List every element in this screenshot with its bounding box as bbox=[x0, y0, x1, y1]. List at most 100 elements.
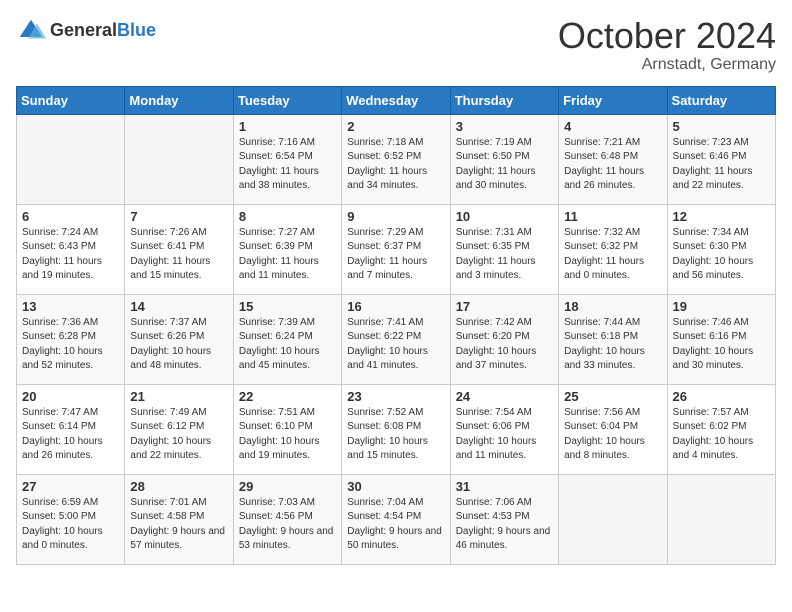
calendar-cell: 9 Sunrise: 7:29 AM Sunset: 6:37 PM Daylig… bbox=[342, 204, 450, 294]
location-title: Arnstadt, Germany bbox=[558, 56, 776, 74]
calendar-cell: 19 Sunrise: 7:46 AM Sunset: 6:16 PM Dayli… bbox=[667, 294, 775, 384]
cell-date-number: 11 bbox=[564, 209, 661, 224]
cell-date-number: 26 bbox=[673, 389, 770, 404]
calendar-cell: 14 Sunrise: 7:37 AM Sunset: 6:26 PM Dayli… bbox=[125, 294, 233, 384]
cell-daylight-info: Sunrise: 7:18 AM Sunset: 6:52 PM Dayligh… bbox=[347, 136, 444, 194]
calendar-cell: 16Sunrise: 7:41 AM Sunset: 6:22 PM Dayli… bbox=[342, 294, 450, 384]
cell-daylight-info: Sunrise: 7:21 AM Sunset: 6:48 PM Dayligh… bbox=[564, 136, 661, 194]
calendar-cell: 22Sunrise: 7:51 AM Sunset: 6:10 PM Dayli… bbox=[233, 384, 341, 474]
cell-date-number: 8 bbox=[239, 209, 336, 224]
cell-daylight-info: Sunrise: 7:51 AM Sunset: 6:10 PM Dayligh… bbox=[239, 406, 336, 464]
cell-daylight-info: Sunrise: 7:54 AM Sunset: 6:06 PM Dayligh… bbox=[456, 406, 553, 464]
cell-date-number: 17 bbox=[456, 299, 553, 314]
cell-daylight-info: Sunrise: 7:29 AM Sunset: 6:37 PM Dayligh… bbox=[347, 226, 444, 284]
day-header-wednesday: Wednesday bbox=[342, 86, 450, 114]
cell-daylight-info: Sunrise: 7:03 AM Sunset: 4:56 PM Dayligh… bbox=[239, 496, 336, 554]
calendar-cell bbox=[17, 114, 125, 204]
calendar-cell: 23Sunrise: 7:52 AM Sunset: 6:08 PM Dayli… bbox=[342, 384, 450, 474]
cell-daylight-info: Sunrise: 7:47 AM Sunset: 6:14 PM Dayligh… bbox=[22, 406, 119, 464]
cell-date-number: 12 bbox=[673, 209, 770, 224]
cell-daylight-info: Sunrise: 7:42 AM Sunset: 6:20 PM Dayligh… bbox=[456, 316, 553, 374]
calendar-week-row: 20 Sunrise: 7:47 AM Sunset: 6:14 PM Dayli… bbox=[17, 384, 776, 474]
cell-date-number: 1 bbox=[239, 119, 336, 134]
cell-date-number: 16 bbox=[347, 299, 444, 314]
calendar-cell: 25Sunrise: 7:56 AM Sunset: 6:04 PM Dayli… bbox=[559, 384, 667, 474]
calendar-week-row: 1 Sunrise: 7:16 AM Sunset: 6:54 PM Daylig… bbox=[17, 114, 776, 204]
calendar-cell: 29 Sunrise: 7:03 AM Sunset: 4:56 PM Dayli… bbox=[233, 474, 341, 564]
cell-daylight-info: Sunrise: 7:04 AM Sunset: 4:54 PM Dayligh… bbox=[347, 496, 444, 554]
calendar-cell: 10 Sunrise: 7:31 AM Sunset: 6:35 PM Dayli… bbox=[450, 204, 558, 294]
calendar-cell: 6 Sunrise: 7:24 AM Sunset: 6:43 PM Daylig… bbox=[17, 204, 125, 294]
cell-daylight-info: Sunrise: 7:16 AM Sunset: 6:54 PM Dayligh… bbox=[239, 136, 336, 194]
day-header-tuesday: Tuesday bbox=[233, 86, 341, 114]
cell-daylight-info: Sunrise: 7:06 AM Sunset: 4:53 PM Dayligh… bbox=[456, 496, 553, 554]
calendar-cell: 30 Sunrise: 7:04 AM Sunset: 4:54 PM Dayli… bbox=[342, 474, 450, 564]
cell-date-number: 7 bbox=[130, 209, 227, 224]
cell-date-number: 13 bbox=[22, 299, 119, 314]
cell-daylight-info: Sunrise: 7:23 AM Sunset: 6:46 PM Dayligh… bbox=[673, 136, 770, 194]
calendar-week-row: 6 Sunrise: 7:24 AM Sunset: 6:43 PM Daylig… bbox=[17, 204, 776, 294]
logo: GeneralBlue bbox=[16, 16, 156, 46]
calendar-cell: 24 Sunrise: 7:54 AM Sunset: 6:06 PM Dayli… bbox=[450, 384, 558, 474]
cell-daylight-info: Sunrise: 7:57 AM Sunset: 6:02 PM Dayligh… bbox=[673, 406, 770, 464]
day-header-monday: Monday bbox=[125, 86, 233, 114]
cell-date-number: 2 bbox=[347, 119, 444, 134]
cell-daylight-info: Sunrise: 7:27 AM Sunset: 6:39 PM Dayligh… bbox=[239, 226, 336, 284]
calendar-cell: 1 Sunrise: 7:16 AM Sunset: 6:54 PM Daylig… bbox=[233, 114, 341, 204]
calendar-cell bbox=[667, 474, 775, 564]
cell-date-number: 5 bbox=[673, 119, 770, 134]
cell-daylight-info: Sunrise: 7:26 AM Sunset: 6:41 PM Dayligh… bbox=[130, 226, 227, 284]
cell-daylight-info: Sunrise: 7:44 AM Sunset: 6:18 PM Dayligh… bbox=[564, 316, 661, 374]
calendar-cell: 21Sunrise: 7:49 AM Sunset: 6:12 PM Dayli… bbox=[125, 384, 233, 474]
cell-date-number: 6 bbox=[22, 209, 119, 224]
cell-date-number: 15 bbox=[239, 299, 336, 314]
logo-icon bbox=[16, 16, 46, 46]
cell-daylight-info: Sunrise: 7:36 AM Sunset: 6:28 PM Dayligh… bbox=[22, 316, 119, 374]
cell-date-number: 3 bbox=[456, 119, 553, 134]
calendar-table: SundayMondayTuesdayWednesdayThursdayFrid… bbox=[16, 86, 776, 565]
day-header-sunday: Sunday bbox=[17, 86, 125, 114]
cell-date-number: 19 bbox=[673, 299, 770, 314]
cell-date-number: 20 bbox=[22, 389, 119, 404]
calendar-week-row: 27 Sunrise: 6:59 AM Sunset: 5:00 PM Dayli… bbox=[17, 474, 776, 564]
calendar-cell: 3Sunrise: 7:19 AM Sunset: 6:50 PM Daylig… bbox=[450, 114, 558, 204]
cell-daylight-info: Sunrise: 7:46 AM Sunset: 6:16 PM Dayligh… bbox=[673, 316, 770, 374]
cell-date-number: 25 bbox=[564, 389, 661, 404]
calendar-cell: 28Sunrise: 7:01 AM Sunset: 4:58 PM Dayli… bbox=[125, 474, 233, 564]
cell-daylight-info: Sunrise: 6:59 AM Sunset: 5:00 PM Dayligh… bbox=[22, 496, 119, 554]
calendar-cell: 7 Sunrise: 7:26 AM Sunset: 6:41 PM Daylig… bbox=[125, 204, 233, 294]
cell-daylight-info: Sunrise: 7:39 AM Sunset: 6:24 PM Dayligh… bbox=[239, 316, 336, 374]
cell-daylight-info: Sunrise: 7:37 AM Sunset: 6:26 PM Dayligh… bbox=[130, 316, 227, 374]
day-header-friday: Friday bbox=[559, 86, 667, 114]
month-title: October 2024 bbox=[558, 16, 776, 56]
cell-daylight-info: Sunrise: 7:32 AM Sunset: 6:32 PM Dayligh… bbox=[564, 226, 661, 284]
cell-date-number: 30 bbox=[347, 479, 444, 494]
cell-date-number: 4 bbox=[564, 119, 661, 134]
calendar-cell: 12 Sunrise: 7:34 AM Sunset: 6:30 PM Dayli… bbox=[667, 204, 775, 294]
cell-date-number: 18 bbox=[564, 299, 661, 314]
calendar-cell: 5 Sunrise: 7:23 AM Sunset: 6:46 PM Daylig… bbox=[667, 114, 775, 204]
day-header-thursday: Thursday bbox=[450, 86, 558, 114]
cell-daylight-info: Sunrise: 7:24 AM Sunset: 6:43 PM Dayligh… bbox=[22, 226, 119, 284]
calendar-week-row: 13 Sunrise: 7:36 AM Sunset: 6:28 PM Dayli… bbox=[17, 294, 776, 384]
cell-date-number: 23 bbox=[347, 389, 444, 404]
cell-date-number: 24 bbox=[456, 389, 553, 404]
calendar-cell: 26 Sunrise: 7:57 AM Sunset: 6:02 PM Dayli… bbox=[667, 384, 775, 474]
cell-date-number: 10 bbox=[456, 209, 553, 224]
cell-date-number: 27 bbox=[22, 479, 119, 494]
cell-date-number: 14 bbox=[130, 299, 227, 314]
cell-date-number: 21 bbox=[130, 389, 227, 404]
calendar-cell: 2 Sunrise: 7:18 AM Sunset: 6:52 PM Daylig… bbox=[342, 114, 450, 204]
cell-daylight-info: Sunrise: 7:31 AM Sunset: 6:35 PM Dayligh… bbox=[456, 226, 553, 284]
calendar-cell bbox=[559, 474, 667, 564]
cell-date-number: 31 bbox=[456, 479, 553, 494]
cell-daylight-info: Sunrise: 7:01 AM Sunset: 4:58 PM Dayligh… bbox=[130, 496, 227, 554]
calendar-cell: 15 Sunrise: 7:39 AM Sunset: 6:24 PM Dayli… bbox=[233, 294, 341, 384]
calendar-cell: 18 Sunrise: 7:44 AM Sunset: 6:18 PM Dayli… bbox=[559, 294, 667, 384]
calendar-cell: 11 Sunrise: 7:32 AM Sunset: 6:32 PM Dayli… bbox=[559, 204, 667, 294]
cell-date-number: 29 bbox=[239, 479, 336, 494]
calendar-cell: 27 Sunrise: 6:59 AM Sunset: 5:00 PM Dayli… bbox=[17, 474, 125, 564]
cell-date-number: 9 bbox=[347, 209, 444, 224]
calendar-cell: 17 Sunrise: 7:42 AM Sunset: 6:20 PM Dayli… bbox=[450, 294, 558, 384]
cell-daylight-info: Sunrise: 7:34 AM Sunset: 6:30 PM Dayligh… bbox=[673, 226, 770, 284]
